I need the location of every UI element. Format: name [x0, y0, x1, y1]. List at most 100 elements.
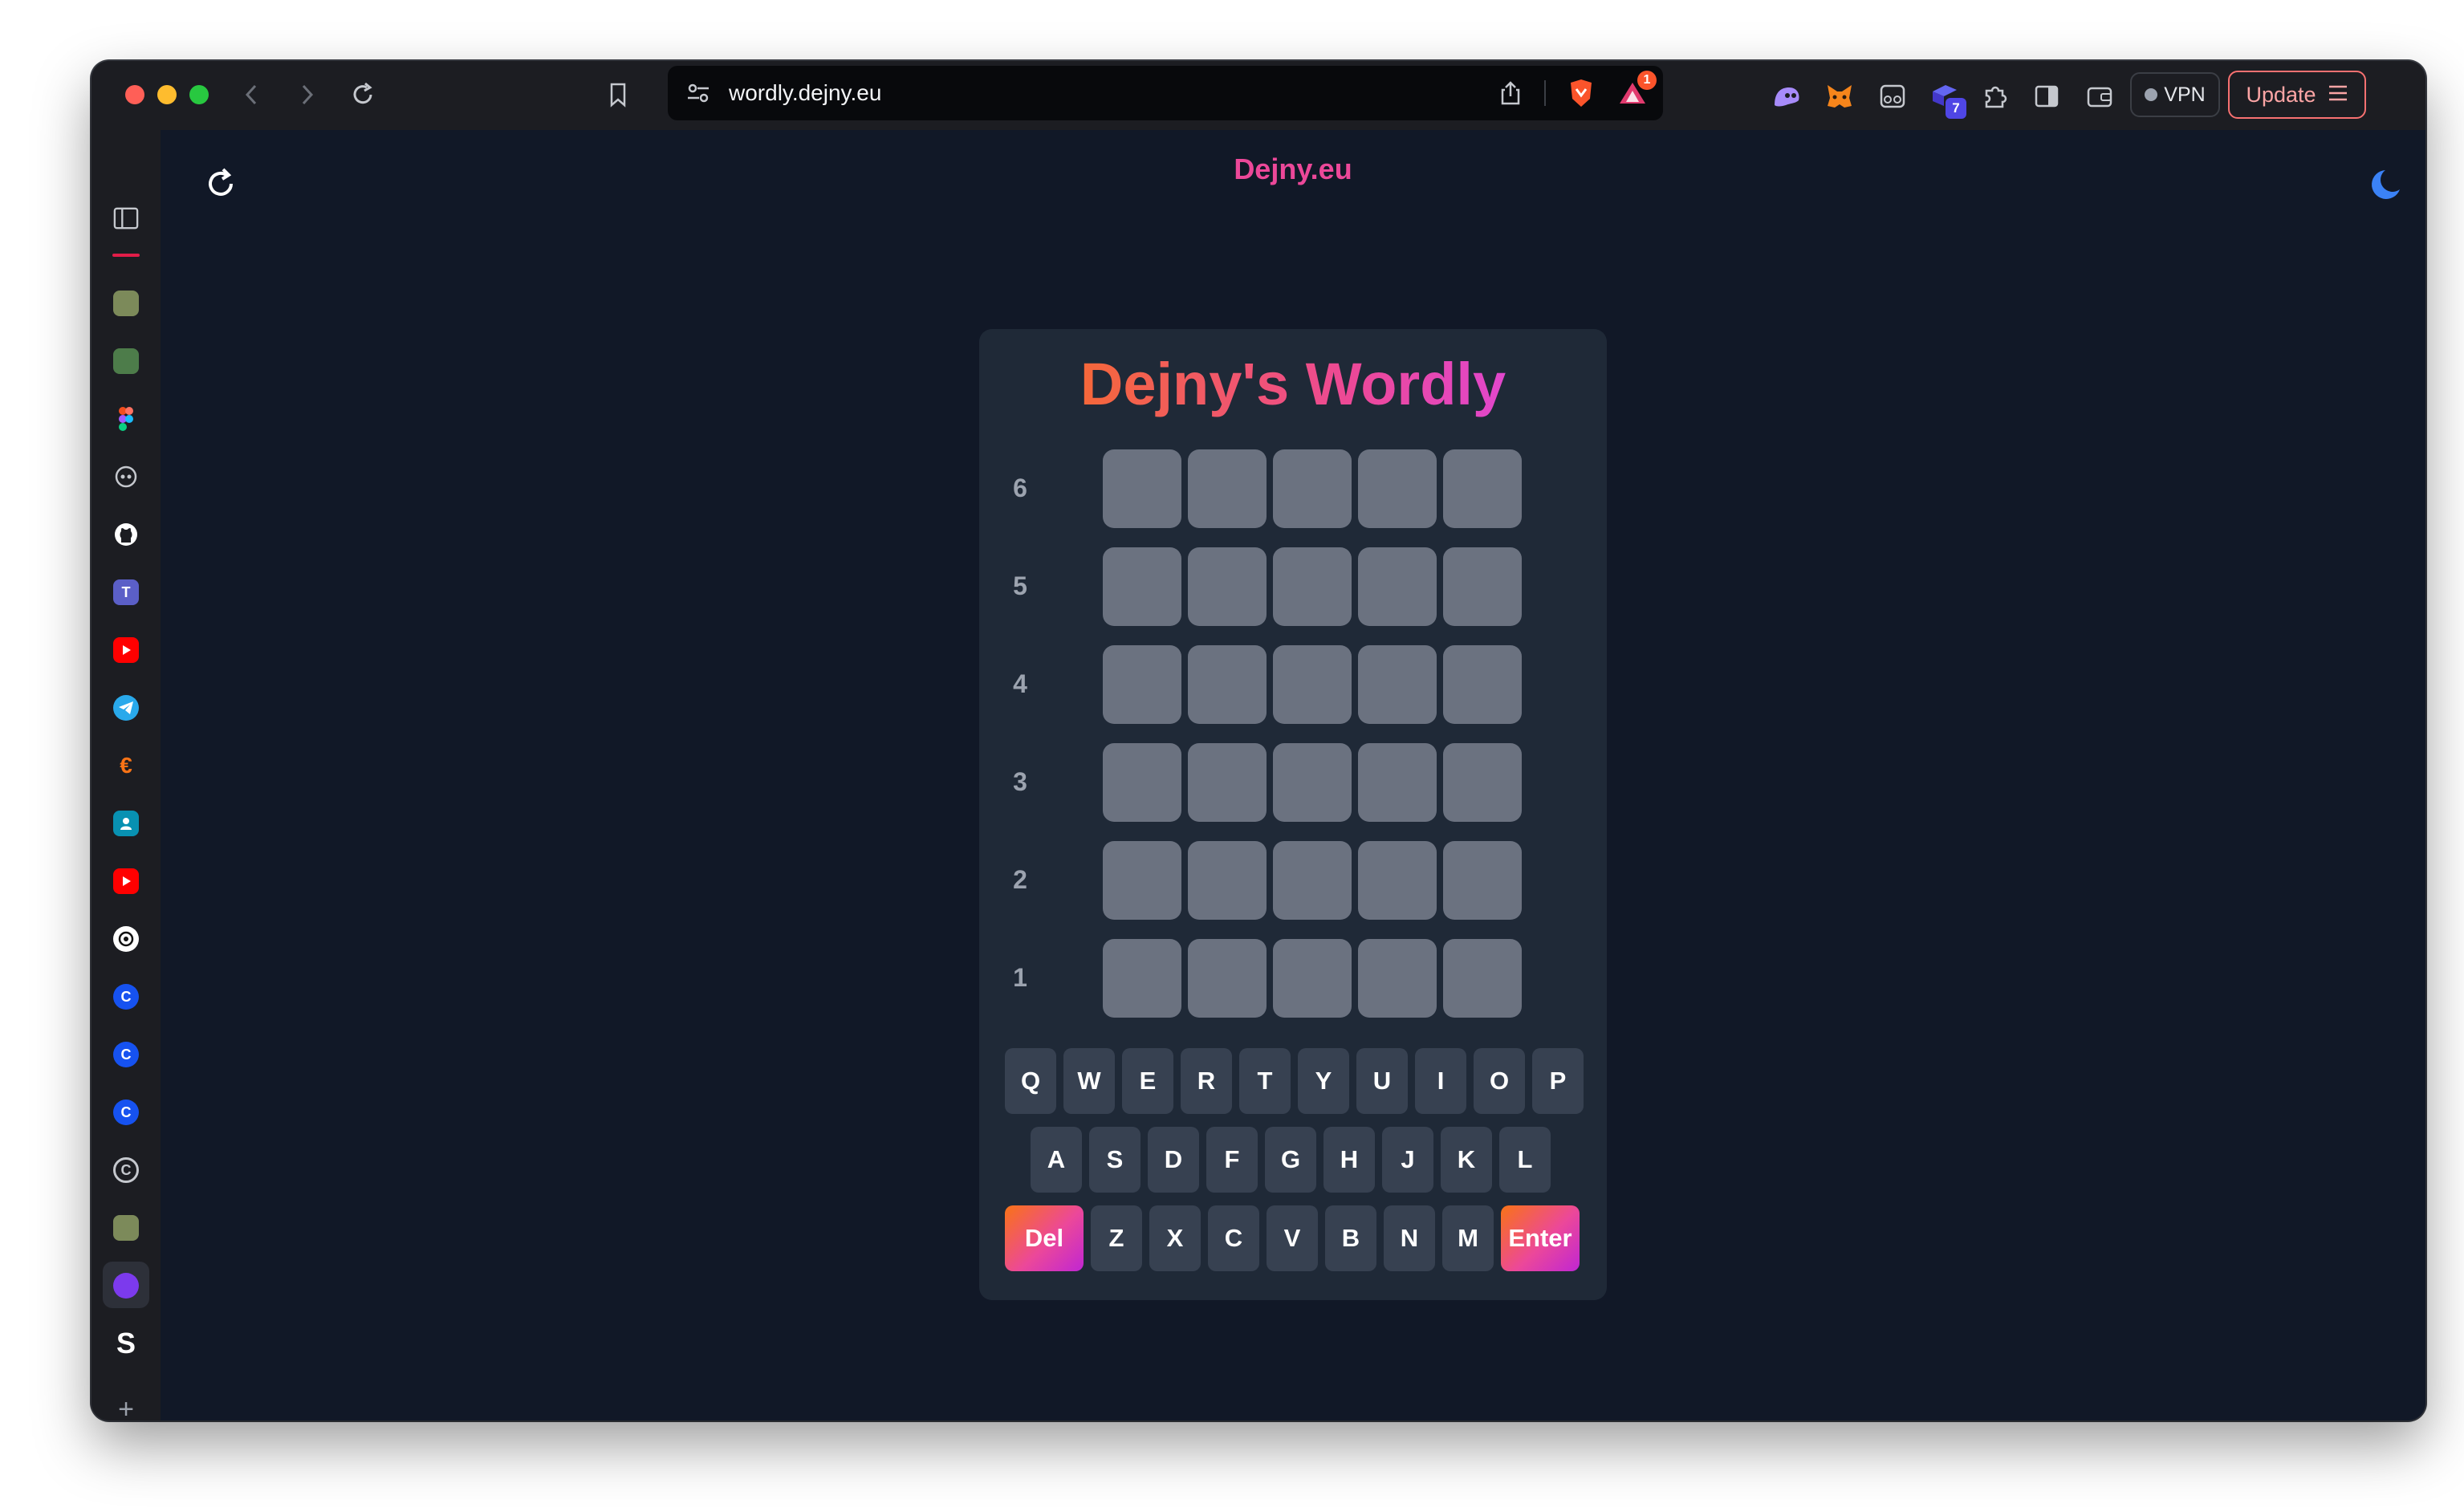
- share-icon[interactable]: [1494, 77, 1527, 109]
- update-label: Update: [2246, 82, 2316, 107]
- minimize-window-button[interactable]: [157, 85, 177, 104]
- letter-tile: [1188, 449, 1267, 528]
- row-number: 5: [1013, 571, 1027, 600]
- nft-app-icon-2[interactable]: [113, 1215, 139, 1241]
- address-bar[interactable]: wordly.dejny.eu 1: [668, 66, 1663, 120]
- letter-tile: [1273, 743, 1352, 822]
- dark-mode-toggle-icon[interactable]: [2366, 165, 2405, 204]
- row-number: 6: [1013, 474, 1027, 502]
- letter-tile: [1443, 645, 1522, 724]
- s-app-icon[interactable]: S: [113, 1327, 139, 1360]
- bookmark-icon[interactable]: [602, 79, 634, 111]
- url-divider: [1544, 80, 1546, 106]
- menu-icon: [2328, 84, 2348, 106]
- site-title[interactable]: Dejny.eu: [161, 152, 2425, 186]
- key-w[interactable]: W: [1063, 1048, 1115, 1114]
- letter-tile: [1103, 449, 1181, 528]
- sidebar-panel-icon[interactable]: [113, 205, 139, 231]
- vpn-button[interactable]: VPN: [2130, 72, 2220, 117]
- key-t[interactable]: T: [1239, 1048, 1291, 1114]
- ghost-extension-icon[interactable]: [1769, 79, 1804, 114]
- github-icon[interactable]: [113, 522, 139, 547]
- url-text[interactable]: wordly.dejny.eu: [729, 80, 881, 106]
- sidebar-toggle-icon[interactable]: [2029, 79, 2064, 114]
- extensions-puzzle-icon[interactable]: [1978, 79, 2013, 114]
- coinbase-icon-3[interactable]: C: [113, 1099, 139, 1125]
- key-f[interactable]: F: [1206, 1127, 1258, 1193]
- youtube-icon[interactable]: [113, 637, 139, 663]
- letter-tile: [1358, 645, 1437, 724]
- metamask-icon[interactable]: [1822, 79, 1857, 114]
- game-title: Dejny's Wordly: [979, 350, 1607, 418]
- brave-shields-icon[interactable]: [1563, 75, 1599, 111]
- letter-tile: [1358, 547, 1437, 626]
- letter-tile: [1188, 841, 1267, 920]
- zoom-window-button[interactable]: [189, 85, 209, 104]
- rewards-badge: 1: [1637, 71, 1657, 90]
- letter-tile: [1103, 939, 1181, 1018]
- add-sidebar-item-icon[interactable]: +: [113, 1394, 139, 1421]
- key-b[interactable]: B: [1325, 1205, 1376, 1271]
- youtube-icon-2[interactable]: [113, 868, 139, 894]
- nft-app-icon[interactable]: [113, 291, 139, 316]
- telegram-icon[interactable]: [113, 695, 139, 721]
- key-p[interactable]: P: [1532, 1048, 1584, 1114]
- enter-key[interactable]: Enter: [1501, 1205, 1580, 1271]
- wordly-app-icon[interactable]: [113, 1273, 139, 1299]
- row-number: 3: [1013, 767, 1027, 796]
- key-z[interactable]: Z: [1091, 1205, 1142, 1271]
- calendar-app-icon[interactable]: [113, 348, 139, 374]
- key-m[interactable]: M: [1442, 1205, 1494, 1271]
- coinbase-icon-2[interactable]: C: [113, 1042, 139, 1067]
- chatgpt-icon[interactable]: [113, 926, 139, 952]
- key-k[interactable]: K: [1441, 1127, 1492, 1193]
- vpn-label: VPN: [2164, 83, 2206, 106]
- key-c[interactable]: C: [1208, 1205, 1259, 1271]
- browser-window: wordly.dejny.eu 1 7 VPN Update T € C C C…: [91, 61, 2425, 1421]
- euro-app-icon[interactable]: €: [113, 753, 139, 778]
- site-settings-icon[interactable]: [682, 77, 714, 109]
- letter-tile: [1273, 547, 1352, 626]
- game-card: Dejny's Wordly 6 5 4 3 2 1 QWERTYUIOP ASDFGHJK…: [979, 329, 1607, 1300]
- key-q[interactable]: Q: [1005, 1048, 1056, 1114]
- key-h[interactable]: H: [1323, 1127, 1375, 1193]
- key-d[interactable]: D: [1148, 1127, 1199, 1193]
- key-o[interactable]: O: [1474, 1048, 1525, 1114]
- key-j[interactable]: J: [1382, 1127, 1433, 1193]
- key-i[interactable]: I: [1415, 1048, 1466, 1114]
- close-window-button[interactable]: [125, 85, 144, 104]
- row-number: 1: [1013, 963, 1027, 992]
- key-a[interactable]: A: [1031, 1127, 1082, 1193]
- key-r[interactable]: R: [1181, 1048, 1232, 1114]
- reload-icon[interactable]: [347, 79, 379, 111]
- key-g[interactable]: G: [1265, 1127, 1316, 1193]
- back-icon[interactable]: [236, 79, 268, 111]
- key-u[interactable]: U: [1356, 1048, 1408, 1114]
- chat-app-icon[interactable]: [113, 464, 139, 490]
- reader-extension-icon[interactable]: [1875, 79, 1910, 114]
- key-y[interactable]: Y: [1298, 1048, 1349, 1114]
- letter-tile: [1103, 743, 1181, 822]
- delete-key[interactable]: Del: [1005, 1205, 1084, 1271]
- row-number: 4: [1013, 669, 1027, 698]
- teams-icon[interactable]: T: [113, 579, 139, 605]
- key-l[interactable]: L: [1499, 1127, 1551, 1193]
- letter-tile: [1443, 547, 1522, 626]
- copyright-app-icon[interactable]: C: [113, 1157, 139, 1183]
- key-n[interactable]: N: [1384, 1205, 1435, 1271]
- key-e[interactable]: E: [1122, 1048, 1173, 1114]
- wallet-icon[interactable]: [2082, 79, 2117, 114]
- coinbase-icon[interactable]: C: [113, 984, 139, 1010]
- extension-badge: 7: [1946, 98, 1966, 119]
- key-x[interactable]: X: [1149, 1205, 1201, 1271]
- letter-tile: [1358, 841, 1437, 920]
- letter-tile: [1443, 841, 1522, 920]
- forward-icon[interactable]: [291, 79, 323, 111]
- contacts-app-icon[interactable]: [113, 811, 139, 836]
- vpn-status-icon: [2145, 88, 2158, 101]
- key-s[interactable]: S: [1089, 1127, 1141, 1193]
- key-v[interactable]: V: [1267, 1205, 1318, 1271]
- letter-tile: [1273, 645, 1352, 724]
- figma-icon[interactable]: [113, 406, 139, 432]
- update-button[interactable]: Update: [2228, 71, 2366, 119]
